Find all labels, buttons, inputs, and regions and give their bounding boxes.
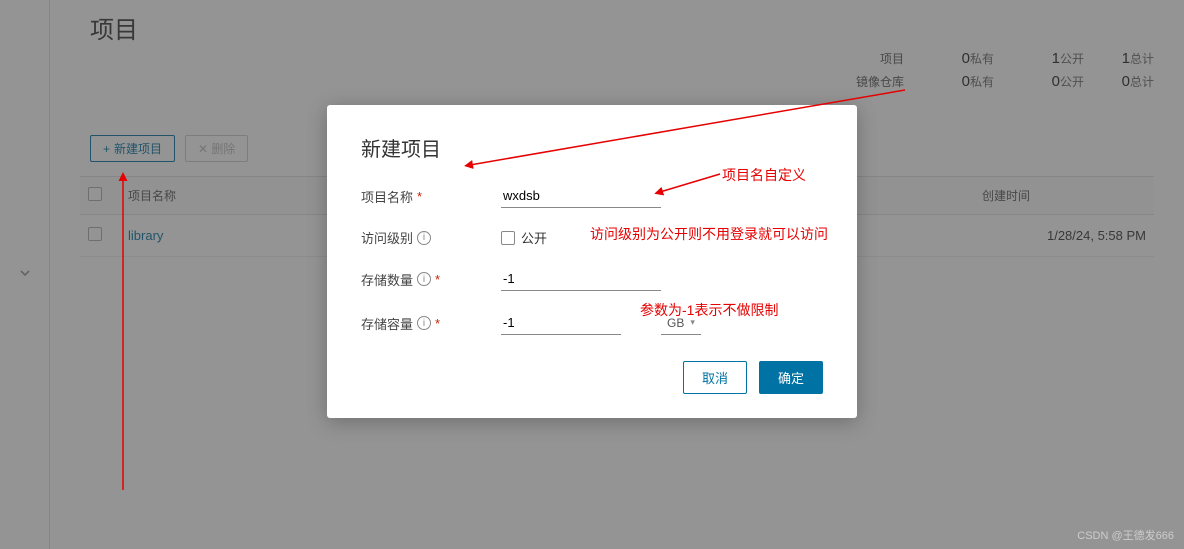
modal-footer: 取消 确定 (361, 361, 823, 394)
field-project-name: 项目名称 * (361, 184, 823, 208)
cancel-button[interactable]: 取消 (683, 361, 747, 394)
label-storage-capacity: 存储容量 i * (361, 314, 501, 333)
info-icon[interactable]: i (417, 272, 431, 286)
label-storage-count: 存储数量 i * (361, 270, 501, 289)
info-icon[interactable]: i (417, 316, 431, 330)
label-project-name: 项目名称 * (361, 187, 501, 206)
watermark: CSDN @王德发666 (1077, 527, 1174, 543)
modal-overlay: 新建项目 项目名称 * 访问级别 i 公开 存储数量 i * 存储容量 i * … (0, 0, 1184, 549)
chevron-down-icon: ▾ (690, 317, 695, 328)
input-storage-capacity[interactable] (501, 311, 621, 335)
label-access-level: 访问级别 i (361, 228, 501, 247)
input-project-name[interactable] (501, 184, 661, 208)
field-storage-capacity: 存储容量 i * GB ▾ (361, 311, 823, 335)
ok-button[interactable]: 确定 (759, 361, 823, 394)
field-access-level: 访问级别 i 公开 (361, 228, 823, 247)
info-icon[interactable]: i (417, 231, 431, 245)
public-checkbox-label: 公开 (521, 228, 547, 247)
modal-title: 新建项目 (361, 133, 823, 162)
unit-select[interactable]: GB ▾ (661, 312, 701, 335)
field-storage-count: 存储数量 i * (361, 267, 823, 291)
new-project-modal: 新建项目 项目名称 * 访问级别 i 公开 存储数量 i * 存储容量 i * … (327, 105, 857, 418)
public-checkbox[interactable] (501, 231, 515, 245)
input-storage-count[interactable] (501, 267, 661, 291)
